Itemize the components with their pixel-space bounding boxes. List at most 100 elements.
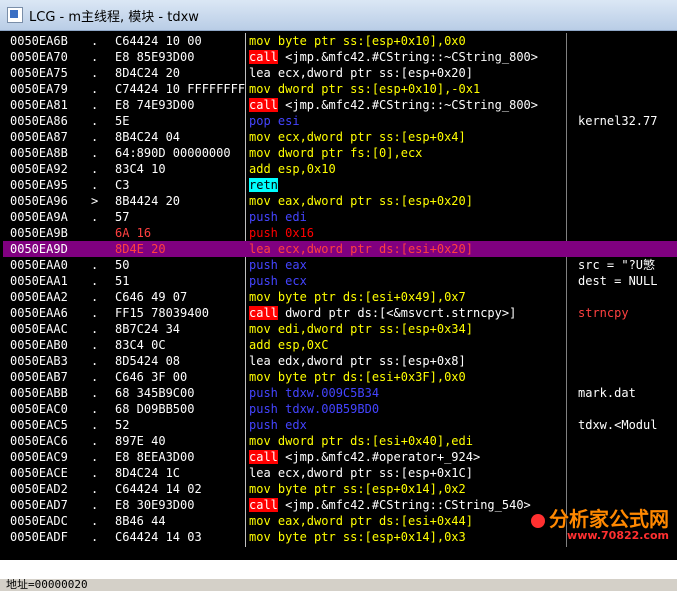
disasm-row[interactable]: 0050EA70. E8 85E93D00 call <jmp.&mfc42.#CS… (3, 49, 677, 65)
disasm-row[interactable]: 0050EA81. E8 74E93D00 call <jmp.&mfc42.#CS… (3, 97, 677, 113)
comment-cell (578, 193, 677, 209)
comment-cell (578, 81, 677, 97)
instruction-cell: mov eax,dword ptr ss:[esp+0x20] (249, 194, 473, 208)
disasm-row[interactable]: 0050EAA6. FF15 78039400 call dword ptr ds:… (3, 305, 677, 321)
instruction-cell: push ecx (249, 274, 307, 288)
instruction-cell: call <jmp.&mfc42.#CString::~CString_800> (249, 97, 569, 113)
flow-marker: . (91, 34, 99, 48)
flow-marker: . (91, 50, 99, 64)
disasm-row[interactable]: 0050EAC0. 68 D09BB500 push tdxw.00B59BD0 (3, 401, 677, 417)
address-cell: 0050EA96 (10, 194, 68, 208)
disasm-row[interactable]: 0050EA79. C74424 10 FFFFFFFF mov dword ptr… (3, 81, 677, 97)
hex-cell: 8D4C24 1C (115, 466, 181, 480)
disasm-row[interactable]: 0050EACE. 8D4C24 1C lea ecx,dword ptr ss:[… (3, 465, 677, 481)
comment-cell (578, 33, 677, 49)
address-cell: 0050EA9A (10, 210, 68, 224)
address-cell: 0050EA70 (10, 50, 68, 64)
instruction-cell: mov dword ptr ss:[esp+0x10],-0x1 (249, 82, 481, 96)
address-cell: 0050EAAC (10, 322, 68, 336)
comment-cell (578, 161, 677, 177)
status-text: 地址=00000020 (6, 579, 88, 591)
flow-marker: . (91, 258, 99, 272)
comment-cell (578, 225, 677, 241)
address-cell: 0050EAC0 (10, 402, 68, 416)
flow-marker: . (91, 514, 99, 528)
disasm-row[interactable]: 0050EAA2. C646 49 07 mov byte ptr ds:[esi+… (3, 289, 677, 305)
hex-cell: 8B4424 20 (115, 194, 181, 208)
operands: <jmp.&mfc42.#operator+_924> (277, 450, 481, 464)
address-cell: 0050EA75 (10, 66, 68, 80)
address-cell: 0050EACE (10, 466, 68, 480)
disasm-row[interactable]: 0050EAB7. C646 3F 00 mov byte ptr ds:[esi+… (3, 369, 677, 385)
comment-cell (578, 129, 677, 145)
hex-cell: 57 (115, 210, 130, 224)
address-cell: 0050EA95 (10, 178, 68, 192)
disassembly-rows: 0050EA6B. C64424 10 00 mov byte ptr ss:[es… (3, 33, 677, 545)
disasm-row[interactable]: 0050EAC6. 897E 40 mov dword ptr ds:[esi+0x… (3, 433, 677, 449)
disasm-row[interactable]: 0050EA95. C3 retn (3, 177, 677, 193)
comment-cell: strncpy (578, 306, 629, 320)
disasm-row[interactable]: 0050EA75. 8D4C24 20 lea ecx,dword ptr ss:[… (3, 65, 677, 81)
disasm-row[interactable]: 0050EA92. 83C4 10 add esp,0x10 (3, 161, 677, 177)
flow-marker: . (91, 82, 99, 96)
window-titlebar[interactable]: LCG - m主线程, 模块 - tdxw (0, 0, 677, 31)
disasm-row[interactable]: 0050EA9A. 57 push edi (3, 209, 677, 225)
disasm-row[interactable]: 0050EAA1. 51 push ecx dest = NULL (3, 273, 677, 289)
flow-marker: . (91, 498, 99, 512)
flow-marker: . (91, 210, 99, 224)
address-cell: 0050EAC9 (10, 450, 68, 464)
disasm-row[interactable]: 0050EAC9. E8 8EEA3D00 call <jmp.&mfc42.#op… (3, 449, 677, 465)
flow-marker (91, 241, 111, 257)
comment-cell (578, 401, 677, 417)
mnemonic: retn (249, 178, 278, 192)
comment-cell (578, 369, 677, 385)
hex-cell: 51 (115, 274, 130, 288)
hex-cell: C64424 10 00 (115, 34, 202, 48)
disasm-row[interactable]: 0050EA87. 8B4C24 04 mov ecx,dword ptr ss:[… (3, 129, 677, 145)
disasm-row[interactable]: 0050EA9B 6A 16 push 0x16 (3, 225, 677, 241)
disasm-row[interactable]: 0050EAAC. 8B7C24 34 mov edi,dword ptr ss:[… (3, 321, 677, 337)
disasm-row[interactable]: 0050EA9D 8D4E 20 lea ecx,dword ptr ds:[esi… (3, 241, 677, 257)
address-cell: 0050EA87 (10, 130, 68, 144)
disasm-row[interactable]: 0050EA6B. C64424 10 00 mov byte ptr ss:[es… (3, 33, 677, 49)
comment-cell: src = "?U慜 (578, 258, 656, 272)
address-cell: 0050EA81 (10, 98, 68, 112)
disasm-row[interactable]: 0050EAC5. 52 push edx tdxw.<Modul (3, 417, 677, 433)
window-title: LCG - m主线程, 模块 - tdxw (29, 9, 199, 25)
instruction-cell: mov ecx,dword ptr ss:[esp+0x4] (249, 130, 466, 144)
instruction-cell: lea ecx,dword ptr ss:[esp+0x20] (249, 66, 473, 80)
address-cell: 0050EAA2 (10, 290, 68, 304)
flow-marker: . (91, 482, 99, 496)
flow-marker: . (91, 354, 99, 368)
instruction-cell: push eax (249, 258, 307, 272)
hex-cell: 8B4C24 04 (115, 130, 181, 144)
instruction-cell: push tdxw.00B59BD0 (249, 402, 380, 416)
address-cell: 0050EAA0 (10, 258, 68, 272)
disasm-row[interactable]: 0050EAD2. C64424 14 02 mov byte ptr ss:[es… (3, 481, 677, 497)
address-cell: 0050EAA1 (10, 274, 68, 288)
flow-marker: . (91, 162, 99, 176)
disasm-row[interactable]: 0050EAB3. 8D5424 08 lea edx,dword ptr ss:[… (3, 353, 677, 369)
hex-cell: E8 30E93D00 (115, 498, 195, 512)
disassembly-pane[interactable]: 0050EA6B. C64424 10 00 mov byte ptr ss:[es… (0, 31, 677, 591)
hex-cell: 83C4 10 (115, 162, 166, 176)
instruction-cell: push 0x16 (249, 226, 315, 240)
flow-marker: . (91, 386, 99, 400)
instruction-cell: mov byte ptr ds:[esi+0x3F],0x0 (249, 370, 466, 384)
hex-cell: 8B7C24 34 (115, 322, 181, 336)
disasm-row[interactable]: 0050EA86. 5E pop esi kernel32.77 (3, 113, 677, 129)
disasm-row[interactable]: 0050EA8B. 64:890D 00000000 mov dword ptr f… (3, 145, 677, 161)
disasm-row[interactable]: 0050EABB. 68 345B9C00 push tdxw.009C5B34 ma… (3, 385, 677, 401)
flow-marker: . (91, 114, 99, 128)
hex-cell: E8 8EEA3D00 (115, 450, 195, 464)
instruction-cell: push tdxw.009C5B34 (249, 386, 380, 400)
address-cell: 0050EAC5 (10, 418, 68, 432)
hex-cell: 8D4C24 20 (115, 66, 181, 80)
watermark-url: www.70822.com (567, 529, 669, 542)
operands: <jmp.&mfc42.#CString::~CString_800> (277, 50, 538, 64)
app-icon (7, 7, 23, 23)
flow-marker: . (91, 402, 99, 416)
disasm-row[interactable]: 0050EAB0. 83C4 0C add esp,0xC (3, 337, 677, 353)
disasm-row[interactable]: 0050EA96 >8B4424 20 mov eax,dword ptr ss:[… (3, 193, 677, 209)
disasm-row[interactable]: 0050EAA0. 50 push eax src = "?U慜 (3, 257, 677, 273)
